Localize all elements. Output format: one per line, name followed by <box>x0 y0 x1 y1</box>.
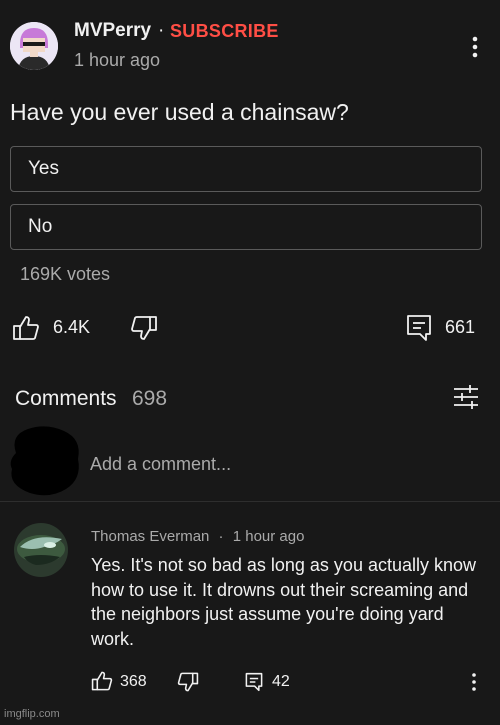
thumbs-up-icon[interactable] <box>12 314 40 342</box>
channel-name[interactable]: MVPerry <box>74 20 151 42</box>
poll-option-yes[interactable]: Yes <box>10 146 482 192</box>
comments-label: Comments <box>15 387 117 410</box>
subscribe-button[interactable]: SUBSCRIBE <box>170 21 279 42</box>
like-count: 6.4K <box>53 317 91 337</box>
comment-icon[interactable] <box>406 314 432 342</box>
comment-meta: Thomas Everman · 1 hour ago <box>91 528 304 545</box>
comment-like-count: 368 <box>120 673 147 690</box>
comment-text: Yes. It's not so bad as long as you actu… <box>91 555 477 649</box>
divider <box>0 501 500 502</box>
separator: · <box>158 20 165 41</box>
vote-count: 169K votes <box>20 264 111 284</box>
comment-count: 661 <box>445 317 476 337</box>
sort-icon[interactable] <box>452 384 480 410</box>
kebab-menu-icon[interactable] <box>467 34 483 62</box>
poll-option-label: No <box>28 216 53 237</box>
thumbs-down-icon[interactable] <box>130 314 158 342</box>
user-avatar <box>6 423 82 499</box>
channel-avatar[interactable] <box>10 22 58 70</box>
watermark: imgflip.com <box>4 708 60 720</box>
poll-question: Have you ever used a chainsaw? <box>10 99 349 125</box>
comment-author[interactable]: Thomas Everman <box>91 528 209 545</box>
reply-icon[interactable] <box>245 672 263 692</box>
poll-option-no[interactable]: No <box>10 204 482 250</box>
commenter-avatar[interactable] <box>14 523 68 577</box>
thumbs-down-icon[interactable] <box>177 671 199 693</box>
poll-option-label: Yes <box>28 158 59 179</box>
comments-count: 698 <box>132 387 168 410</box>
comment-reply-count: 42 <box>272 673 290 690</box>
comment-time: 1 hour ago <box>232 528 305 545</box>
post-time: 1 hour ago <box>74 50 161 70</box>
kebab-menu-icon[interactable] <box>470 672 478 692</box>
meta-separator: · <box>218 528 224 545</box>
thumbs-up-icon[interactable] <box>91 670 113 692</box>
add-comment-input[interactable]: Add a comment... <box>90 454 231 475</box>
